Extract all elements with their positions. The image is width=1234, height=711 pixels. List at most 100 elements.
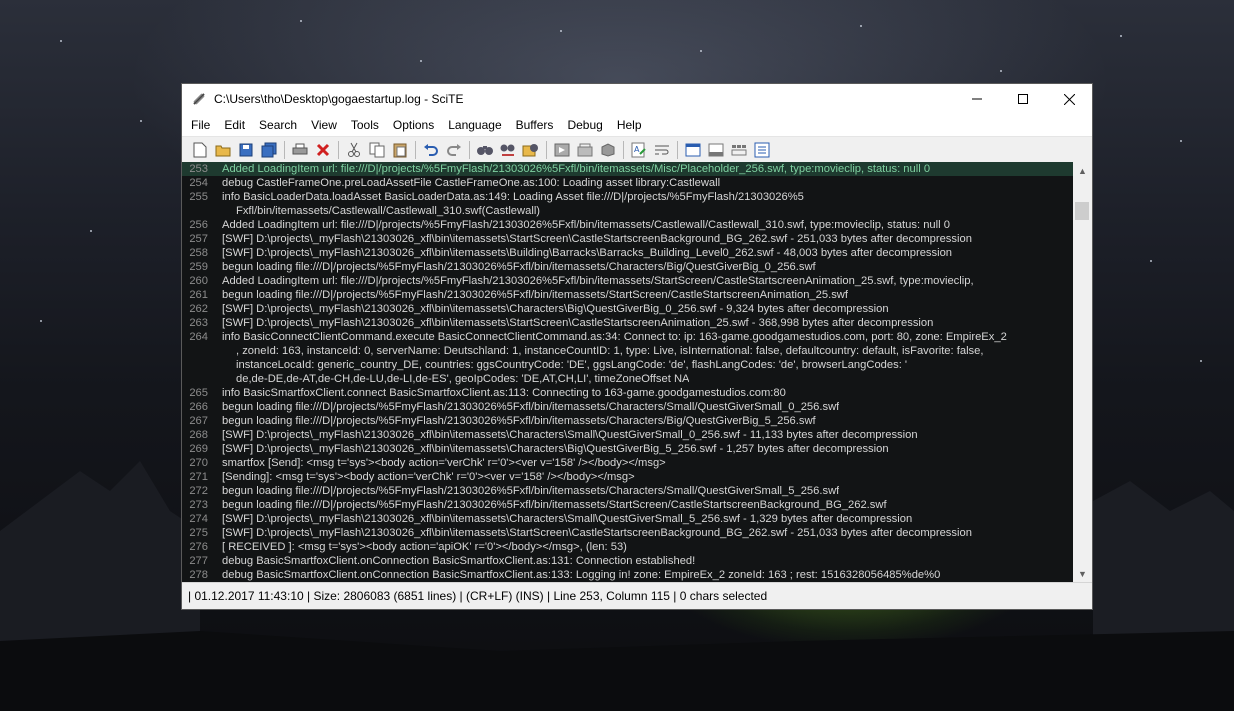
editor-line[interactable]: 275 [SWF] D:\projects\_myFlash\21303026_x… [182,526,1074,540]
cut-icon [348,142,360,157]
editor-line[interactable]: 266 begun loading file:///D|/projects/%5F… [182,400,1074,414]
line-text: instanceLocaId: generic_country_DE, coun… [236,359,908,371]
menu-edit[interactable]: Edit [217,114,252,136]
line-text: [SWF] D:\projects\_myFlash\21303026_xfl\… [222,527,972,539]
line-text: [SWF] D:\projects\_myFlash\21303026_xfl\… [222,429,918,441]
editor-line[interactable]: 263 [SWF] D:\projects\_myFlash\21303026_x… [182,316,1074,330]
editor-line[interactable]: 270 smartfox [Send]: <msg t='sys'><body a… [182,456,1074,470]
open-file-button[interactable] [213,140,233,160]
compile-button[interactable] [598,140,618,160]
menu-help[interactable]: Help [610,114,649,136]
editor-line[interactable]: 273 begun loading file:///D|/projects/%5F… [182,498,1074,512]
editor-line[interactable]: 261 begun loading file:///D|/projects/%5F… [182,288,1074,302]
replace-button[interactable] [498,140,518,160]
vertical-scrollbar[interactable]: ▲ ▼ [1073,162,1092,582]
line-number: 255 [182,190,212,204]
line-number [182,358,212,372]
line-number: 270 [182,456,212,470]
editor-line[interactable]: 272 begun loading file:///D|/projects/%5F… [182,484,1074,498]
abbrev-button[interactable]: A [629,140,649,160]
print-button[interactable] [290,140,310,160]
wrap-button[interactable] [652,140,672,160]
go-button[interactable] [552,140,572,160]
editor-line[interactable]: 268 [SWF] D:\projects\_myFlash\21303026_x… [182,428,1074,442]
editor-continuation-line[interactable]: de,de-DE,de-AT,de-CH,de-LU,de-LI,de-ES',… [182,372,1074,386]
line-text: info BasicLoaderData.loadAsset BasicLoad… [222,191,804,203]
editor-line[interactable]: 276 [ RECEIVED ]: <msg t='sys'><body acti… [182,540,1074,554]
line-number: 254 [182,176,212,190]
editor-line[interactable]: 253 Added LoadingItem url: file:///D|/pro… [182,162,1074,176]
scroll-down-arrow-icon[interactable]: ▼ [1073,565,1092,582]
line-number [182,204,212,218]
scroll-thumb[interactable] [1075,202,1089,220]
maximize-button[interactable] [1000,84,1046,114]
editor-line[interactable]: 260 Added LoadingItem url: file:///D|/pro… [182,274,1074,288]
build-button[interactable] [575,140,595,160]
line-text: smartfox [Send]: <msg t='sys'><body acti… [222,457,666,469]
line-text: begun loading file:///D|/projects/%5FmyF… [222,499,887,511]
copy-button[interactable] [367,140,387,160]
scroll-up-arrow-icon[interactable]: ▲ [1073,162,1092,179]
minimize-button[interactable] [954,84,1000,114]
toggle-output-button[interactable] [706,140,726,160]
editor-line[interactable]: 259 begun loading file:///D|/projects/%5F… [182,260,1074,274]
tab-bar-button[interactable] [729,140,749,160]
properties-button[interactable] [752,140,772,160]
menu-file[interactable]: File [184,114,217,136]
editor-line[interactable]: 277 debug BasicSmartfoxClient.onConnectio… [182,554,1074,568]
tab-bar-icon [731,145,747,156]
menu-debug[interactable]: Debug [560,114,609,136]
editor-line[interactable]: 278 debug BasicSmartfoxClient.onConnectio… [182,568,1074,582]
status-bar: | 01.12.2017 11:43:10 | Size: 2806083 (6… [182,582,1092,609]
find-in-files-button[interactable] [521,140,541,160]
toolbar-separator [415,141,416,159]
maximize-icon [1018,94,1028,104]
paste-button[interactable] [390,140,410,160]
editor-continuation-line[interactable]: Fxfl/bin/itemassets/Castlewall/Castlewal… [182,204,1074,218]
title-bar[interactable]: C:\Users\tho\Desktop\gogaestartup.log - … [182,84,1092,114]
editor-continuation-line[interactable]: instanceLocaId: generic_country_DE, coun… [182,358,1074,372]
line-number: 276 [182,540,212,554]
line-number: 267 [182,414,212,428]
line-text: info BasicSmartfoxClient.connect BasicSm… [222,387,786,399]
editor-line[interactable]: 271 [Sending]: <msg t='sys'><body action=… [182,470,1074,484]
editor-line[interactable]: 274 [SWF] D:\projects\_myFlash\21303026_x… [182,512,1074,526]
menu-options[interactable]: Options [386,114,441,136]
line-text: Added LoadingItem url: file:///D|/projec… [222,275,974,287]
cut-button[interactable] [344,140,364,160]
editor-line[interactable]: 269 [SWF] D:\projects\_myFlash\21303026_x… [182,442,1074,456]
line-text: debug BasicSmartfoxClient.onConnection B… [222,569,941,581]
line-text: [SWF] D:\projects\_myFlash\21303026_xfl\… [222,443,889,455]
save-button[interactable] [236,140,256,160]
line-number: 262 [182,302,212,316]
menu-view[interactable]: View [304,114,344,136]
editor-line[interactable]: 254 debug CastleFrameOne.preLoadAssetFile… [182,176,1074,190]
editor-line[interactable]: 262 [SWF] D:\projects\_myFlash\21303026_x… [182,302,1074,316]
menu-search[interactable]: Search [252,114,304,136]
editor-continuation-line[interactable]: , zoneId: 163, instanceId: 0, serverName… [182,344,1074,358]
split-view-button[interactable] [683,140,703,160]
save-all-button[interactable] [259,140,279,160]
editor-line[interactable]: 267 begun loading file:///D|/projects/%5F… [182,414,1074,428]
redo-button[interactable] [444,140,464,160]
line-text: [SWF] D:\projects\_myFlash\21303026_xfl\… [222,303,889,315]
find-button[interactable] [475,140,495,160]
menu-language[interactable]: Language [441,114,508,136]
editor-line[interactable]: 258 [SWF] D:\projects\_myFlash\21303026_x… [182,246,1074,260]
editor-line[interactable]: 255 info BasicLoaderData.loadAsset BasicL… [182,190,1074,204]
undo-button[interactable] [421,140,441,160]
window-title: C:\Users\tho\Desktop\gogaestartup.log - … [214,92,464,106]
menu-buffers[interactable]: Buffers [509,114,561,136]
scite-app-icon [193,93,205,105]
save-all-icon [261,142,277,158]
editor-line[interactable]: 264 info BasicConnectClientCommand.execut… [182,330,1074,344]
editor-line[interactable]: 256 Added LoadingItem url: file:///D|/pro… [182,218,1074,232]
close-file-button[interactable] [313,140,333,160]
editor-line[interactable]: 257 [SWF] D:\projects\_myFlash\21303026_x… [182,232,1074,246]
line-number: 258 [182,246,212,260]
editor-line[interactable]: 265 info BasicSmartfoxClient.connect Basi… [182,386,1074,400]
close-button[interactable] [1046,84,1092,114]
menu-tools[interactable]: Tools [344,114,386,136]
new-file-button[interactable] [190,140,210,160]
editor-pane[interactable]: 253 Added LoadingItem url: file:///D|/pro… [182,162,1074,582]
